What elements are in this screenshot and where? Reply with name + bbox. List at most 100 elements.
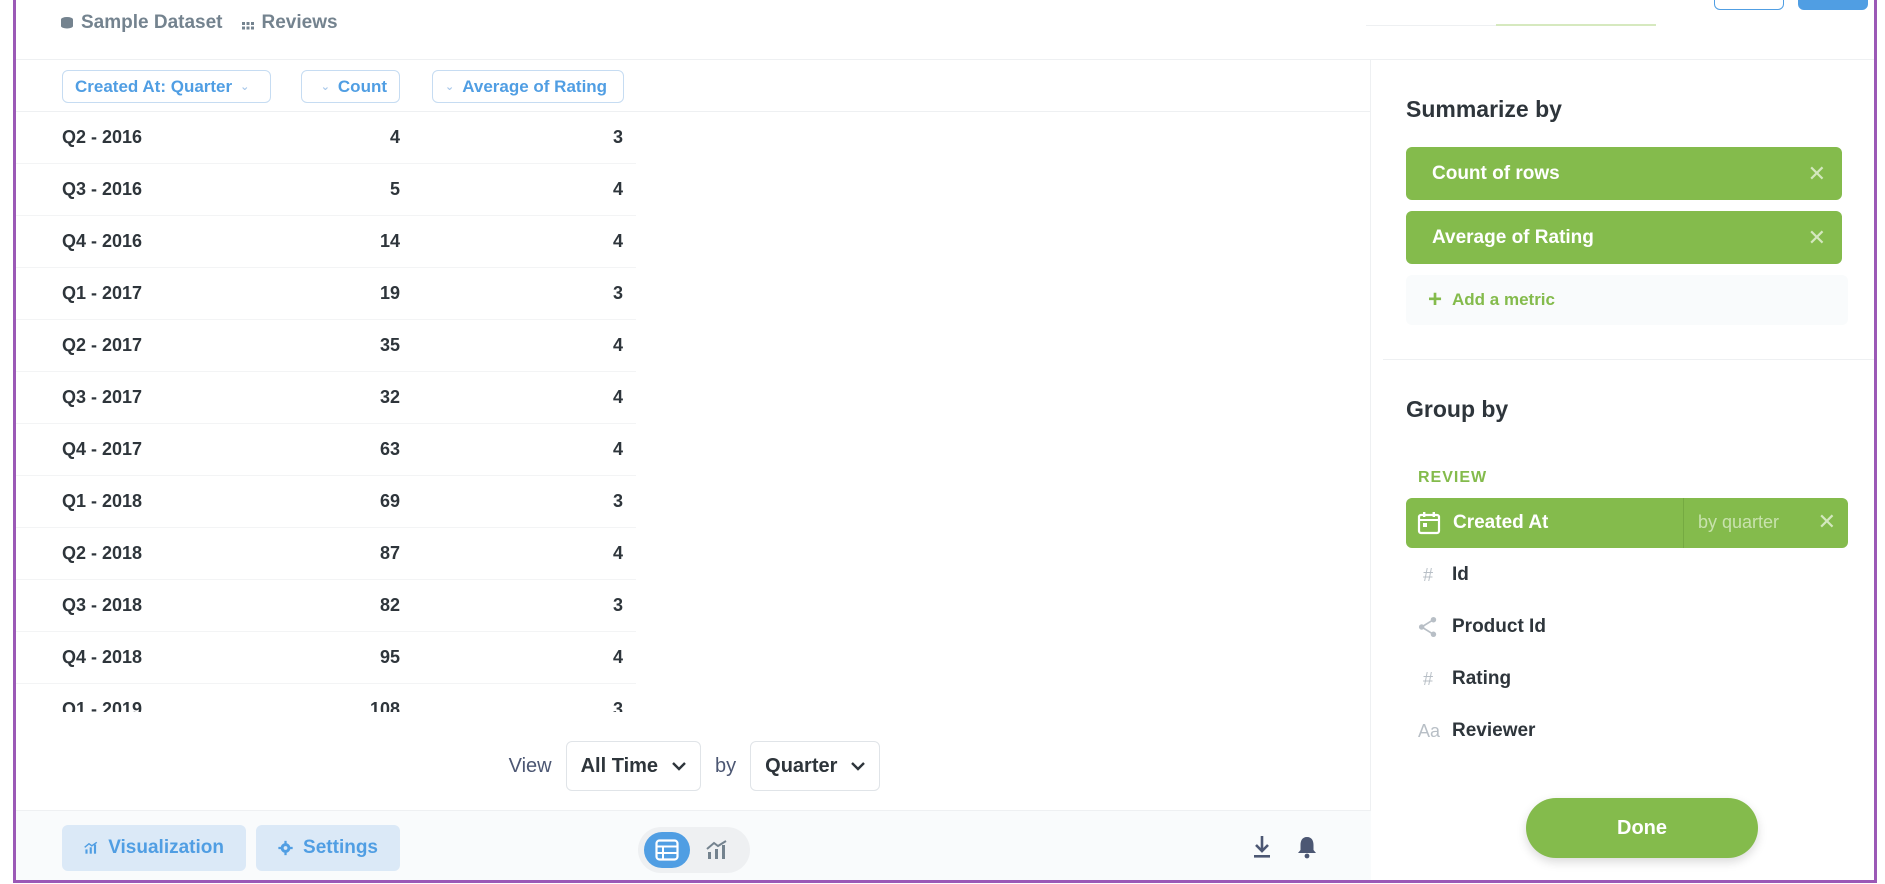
visualization-button[interactable]: Visualization: [62, 825, 246, 871]
close-icon[interactable]: ✕: [1808, 161, 1826, 187]
time-range-select[interactable]: All Time: [565, 741, 702, 791]
cell-average[interactable]: 4: [456, 335, 623, 356]
view-label: View: [508, 754, 552, 777]
field-rating[interactable]: # Rating: [1406, 656, 1848, 702]
table-row: Q1 - 2018 69 3: [16, 476, 636, 528]
table-icon: [655, 839, 679, 861]
cell-quarter[interactable]: Q1 - 2018: [62, 491, 142, 512]
metric-average-of-rating[interactable]: Average of Rating ✕: [1406, 211, 1842, 264]
cell-quarter[interactable]: Q2 - 2017: [62, 335, 142, 356]
breadcrumb: Sample Dataset Reviews: [60, 12, 338, 34]
breadcrumb-database[interactable]: Sample Dataset: [60, 12, 223, 34]
time-view-bar: View All Time by Quarter: [16, 736, 1371, 796]
cell-average[interactable]: 4: [456, 543, 623, 564]
cell-count[interactable]: 14: [256, 231, 400, 252]
cell-average[interactable]: 4: [456, 179, 623, 200]
group-field[interactable]: Created At: [1406, 498, 1683, 548]
cell-average[interactable]: 4: [456, 231, 623, 252]
cell-count[interactable]: 32: [256, 387, 400, 408]
app-frame: Sample Dataset Reviews Created At: Quart…: [13, 0, 1877, 883]
results-area: Created At: Quarter ⌄ ⌄ Count ⌄ Average …: [16, 60, 1371, 810]
cell-quarter[interactable]: Q1 - 2017: [62, 283, 142, 304]
cell-quarter[interactable]: Q3 - 2017: [62, 387, 142, 408]
settings-button[interactable]: Settings: [256, 825, 400, 871]
bell-icon[interactable]: [1296, 835, 1318, 859]
view-toggle: [638, 827, 750, 873]
cell-average[interactable]: 4: [456, 647, 623, 668]
calendar-icon: [1417, 512, 1441, 535]
table-view-toggle[interactable]: [644, 832, 690, 868]
cell-average[interactable]: 3: [456, 699, 623, 712]
metric-count-of-rows[interactable]: Count of rows ✕: [1406, 147, 1842, 200]
cell-count[interactable]: 19: [256, 283, 400, 304]
field-id[interactable]: # Id: [1406, 552, 1848, 598]
cell-quarter[interactable]: Q1 - 2019: [62, 699, 142, 712]
number-icon: #: [1422, 668, 1433, 689]
header-button-primary[interactable]: [1798, 0, 1868, 10]
done-button[interactable]: Done: [1526, 798, 1758, 858]
field-reviewer[interactable]: Aa Reviewer: [1406, 708, 1848, 754]
cell-count[interactable]: 82: [256, 595, 400, 616]
cell-count[interactable]: 63: [256, 439, 400, 460]
header-button-outline[interactable]: [1714, 0, 1784, 10]
cell-count[interactable]: 95: [256, 647, 400, 668]
table-row: Q3 - 2017 32 4: [16, 372, 636, 424]
chevron-down-icon: [851, 762, 866, 771]
column-headers: Created At: Quarter ⌄ ⌄ Count ⌄ Average …: [16, 60, 1370, 112]
group-by-created-at[interactable]: Created At by quarter ✕: [1406, 498, 1848, 548]
plus-icon: +: [1428, 286, 1443, 313]
cell-count[interactable]: 35: [256, 335, 400, 356]
cell-average[interactable]: 3: [456, 491, 623, 512]
breadcrumb-table[interactable]: Reviews: [241, 12, 338, 34]
table-row: Q2 - 2018 87 4: [16, 528, 636, 580]
results-table: Q2 - 2016 4 3 Q3 - 2016 5 4 Q4 - 2016 14 4 Q1 …: [16, 112, 636, 712]
table-row: Q4 - 2016 14 4: [16, 216, 636, 268]
cell-average[interactable]: 3: [456, 283, 623, 304]
table-row: Q4 - 2018 95 4: [16, 632, 636, 684]
temporal-bucket-select[interactable]: by quarter: [1698, 512, 1779, 533]
chevron-down-icon: ⌄: [240, 81, 250, 93]
chart-view-toggle[interactable]: [700, 832, 734, 868]
add-metric-button[interactable]: + Add a metric: [1406, 275, 1848, 325]
chevron-down-icon: ⌄: [320, 81, 330, 93]
cell-average[interactable]: 4: [456, 387, 623, 408]
cell-count[interactable]: 69: [256, 491, 400, 512]
cell-quarter[interactable]: Q3 - 2016: [62, 179, 142, 200]
cell-quarter[interactable]: Q3 - 2018: [62, 595, 142, 616]
close-icon[interactable]: ✕: [1818, 509, 1836, 535]
table-row: Q4 - 2017 63 4: [16, 424, 636, 476]
cell-quarter[interactable]: Q2 - 2016: [62, 127, 142, 148]
time-unit-select[interactable]: Quarter: [750, 741, 881, 791]
cell-count[interactable]: 87: [256, 543, 400, 564]
cell-count[interactable]: 108: [256, 699, 400, 712]
field-product-id[interactable]: Product Id: [1406, 604, 1848, 650]
group-separator: [1683, 498, 1684, 548]
column-header-created-at[interactable]: Created At: Quarter ⌄: [62, 70, 271, 103]
cell-count[interactable]: 4: [256, 127, 400, 148]
top-header: Sample Dataset Reviews: [16, 0, 1874, 60]
cell-average[interactable]: 3: [456, 127, 623, 148]
cell-quarter[interactable]: Q2 - 2018: [62, 543, 142, 564]
cell-average[interactable]: 4: [456, 439, 623, 460]
column-header-count[interactable]: ⌄ Count: [301, 70, 400, 103]
cell-quarter[interactable]: Q4 - 2016: [62, 231, 142, 252]
cell-quarter[interactable]: Q4 - 2017: [62, 439, 142, 460]
cell-average[interactable]: 3: [456, 595, 623, 616]
summarize-sidebar: Summarize by Count of rows ✕ Average of …: [1371, 60, 1874, 880]
column-header-average-rating[interactable]: ⌄ Average of Rating: [432, 70, 624, 103]
close-icon[interactable]: ✕: [1808, 225, 1826, 251]
number-icon: #: [1422, 564, 1433, 585]
summarize-title: Summarize by: [1406, 96, 1562, 122]
header-tab-1[interactable]: [1366, 0, 1496, 26]
text-type-icon: Aa: [1418, 720, 1441, 741]
by-label: by: [715, 754, 737, 777]
cell-count[interactable]: 5: [256, 179, 400, 200]
download-icon[interactable]: [1252, 835, 1272, 859]
sidebar-divider: [1383, 359, 1874, 360]
cell-quarter[interactable]: Q4 - 2018: [62, 647, 142, 668]
chevron-down-icon: [672, 762, 686, 771]
header-tab-2[interactable]: [1496, 0, 1656, 26]
table-icon: [241, 22, 254, 30]
chart-icon: [84, 841, 98, 854]
chevron-down-icon: ⌄: [445, 81, 455, 93]
